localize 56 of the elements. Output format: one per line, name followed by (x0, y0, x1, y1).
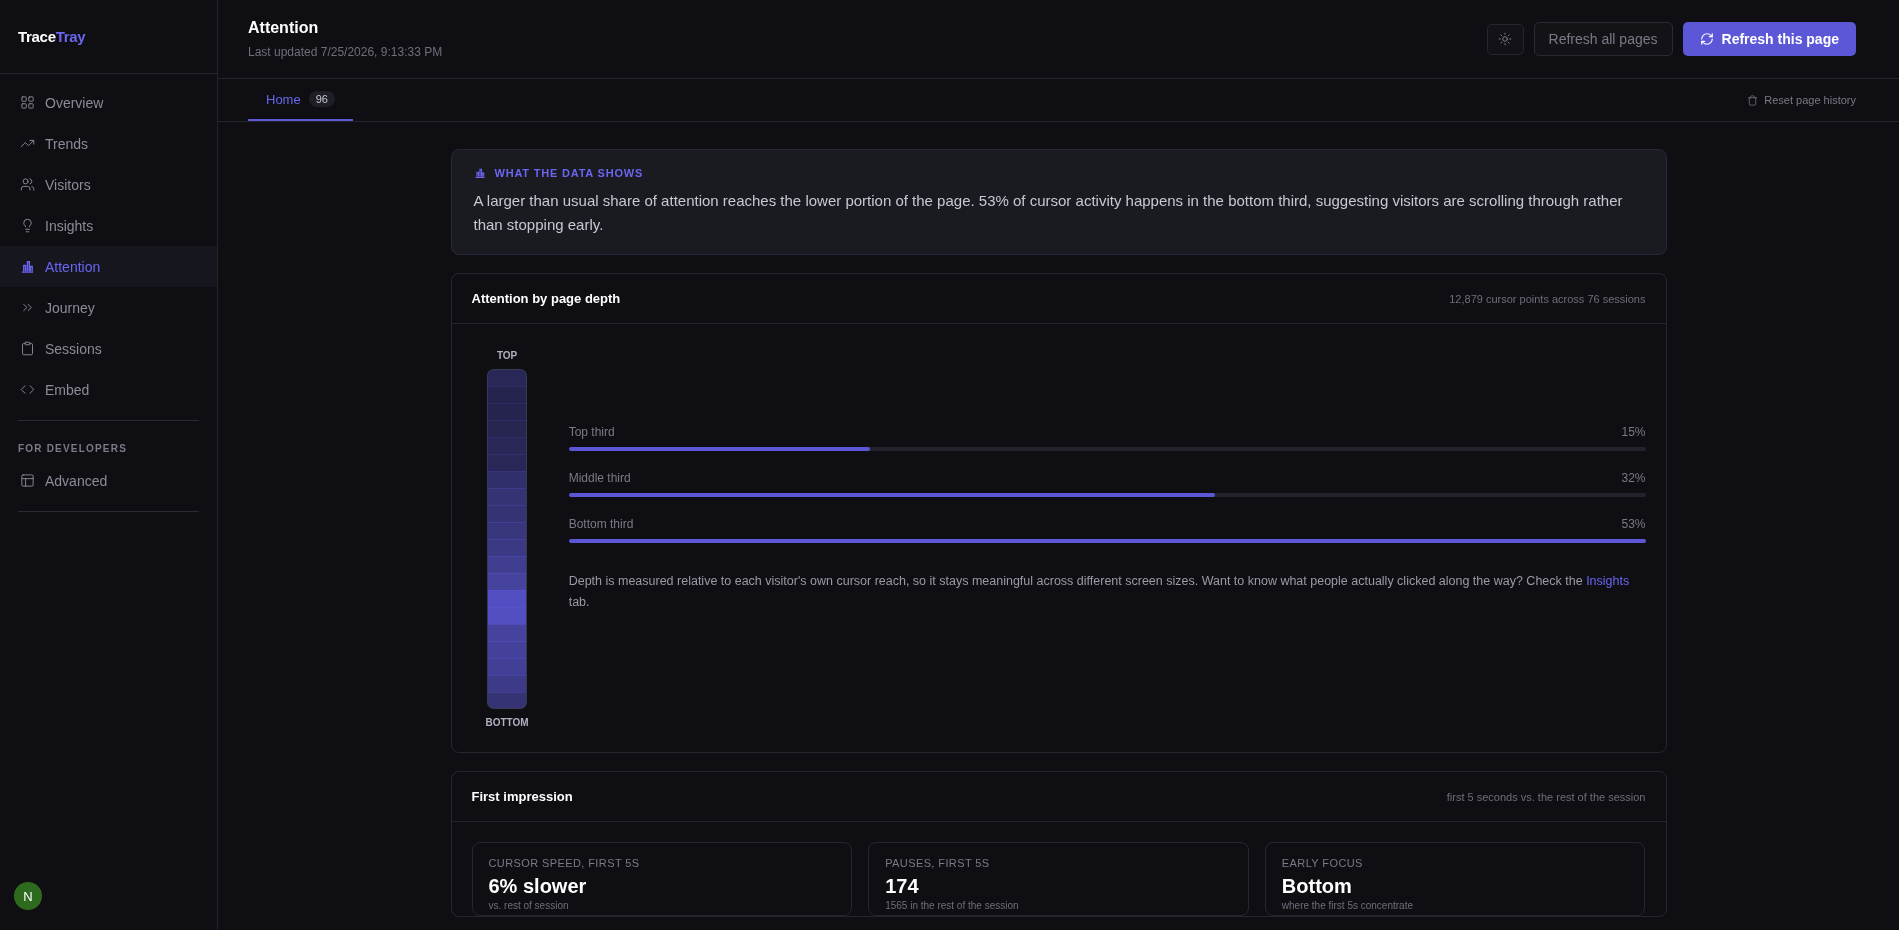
row-value: 15% (1621, 424, 1646, 439)
bar-chart-icon (473, 167, 486, 179)
lightbulb-icon (20, 218, 35, 233)
refresh-icon (1699, 32, 1714, 46)
refresh-button[interactable]: Refresh this page (1682, 22, 1856, 56)
trash-icon (1747, 94, 1759, 106)
note-text: Depth is measured relative to each visitor's own cursor reach, so it stays meaningful across different screen sizes. Want to know what people actually clicked along the way? Check the Insights tab. (568, 572, 1631, 611)
nav-item[interactable]: Visitors (0, 164, 217, 205)
nav-item[interactable]: Trends (0, 123, 217, 164)
section-title: FOR DEVELOPERS (17, 442, 129, 456)
nav-item[interactable]: Attention (0, 246, 217, 287)
insights-link[interactable]: Insights (1586, 573, 1630, 588)
stat-caption: 1565 in the rest of the session (885, 900, 1020, 911)
row-label: Middle third (568, 470, 631, 485)
row-label: Top third (568, 424, 615, 439)
nav-item[interactable]: Insights (0, 205, 217, 246)
sun-icon (1498, 32, 1513, 46)
row-label: Bottom third (568, 516, 634, 531)
row-value: 32% (1621, 470, 1646, 485)
stat-value: 174 (885, 875, 920, 898)
users-icon (20, 177, 35, 192)
logo: TraceTray (18, 28, 86, 45)
stat-caption: where the first 5s concentrate (1281, 900, 1414, 911)
stat-label: CURSOR SPEED, FIRST 5S (488, 857, 641, 869)
insight-title: WHAT THE DATA SHOWS (494, 167, 644, 179)
stat-value: Bottom (1281, 875, 1353, 898)
stat-label: EARLY FOCUS (1281, 857, 1364, 869)
row-value: 53% (1621, 516, 1646, 531)
strip-label: TOP (496, 350, 518, 361)
count-badge: 96 (308, 91, 335, 107)
nav-item[interactable]: Journey (0, 287, 217, 328)
code-icon (20, 382, 35, 397)
nav-item[interactable]: Sessions (0, 328, 217, 369)
card-title: First impression (471, 789, 573, 804)
stat-value: 6% slower (488, 875, 588, 898)
layout-icon (20, 473, 35, 488)
strip-label: BOTTOM (485, 717, 529, 728)
nav-item[interactable]: Advanced (0, 460, 217, 501)
stat-label: PAUSES, FIRST 5S (885, 857, 991, 869)
grid-icon (20, 95, 35, 110)
card-title: Attention by page depth (471, 291, 621, 306)
nav-item[interactable]: Overview (0, 82, 217, 123)
card-meta: first 5 seconds vs. the rest of the session (1446, 790, 1646, 803)
insight-text: A larger than usual share of attention reaches the lower portion of the page. 53% of cursor activity happens in the bottom third, suggesting visitors are scrolling through rather than stopping early. (473, 191, 1624, 235)
stat-caption: vs. rest of session (488, 900, 570, 911)
tab[interactable]: Home 96 (248, 79, 353, 121)
nav-item[interactable]: Embed (0, 369, 217, 410)
avatar[interactable]: N (14, 882, 42, 910)
reset-link[interactable]: Reset page history (1747, 79, 1856, 121)
theme-button[interactable] (1486, 23, 1524, 55)
card-meta: 12,879 cursor points across 76 sessions (1449, 292, 1646, 305)
clipboard-icon (20, 341, 35, 356)
refresh-all-button[interactable]: Refresh all pages (1533, 22, 1673, 56)
bar-chart-icon (20, 259, 35, 274)
page-title: Attention (248, 19, 320, 37)
last-updated: Last updated 7/25/2026, 9:13:33 PM (248, 45, 443, 59)
